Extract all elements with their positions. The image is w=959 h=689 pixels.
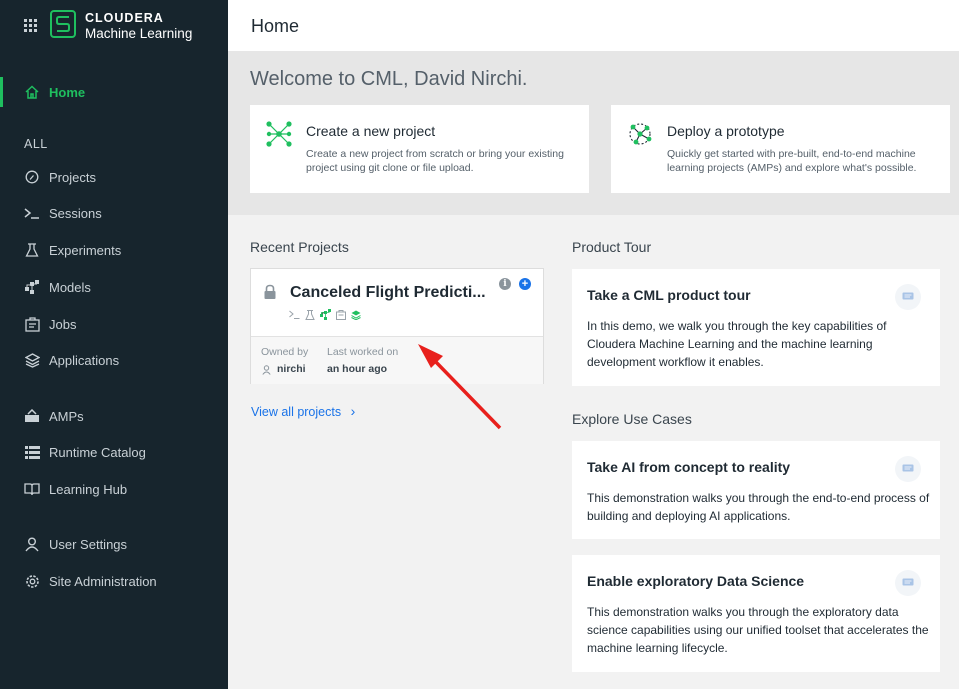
project-card[interactable]: Canceled Flight Predicti... i + Owned by… — [250, 268, 544, 384]
user-icon — [262, 365, 271, 375]
sidebar-item-label: Site Administration — [49, 573, 157, 589]
last-worked-label: Last worked on — [327, 346, 399, 358]
card-description: This demonstration walks you through the… — [587, 605, 929, 655]
view-all-projects-link[interactable]: View all projects › — [251, 403, 355, 419]
sidebar-item-label: Projects — [49, 169, 96, 185]
brand: CLOUDERA Machine Learning — [0, 0, 228, 52]
sidebar-item-models[interactable]: Models — [0, 270, 228, 304]
recent-projects-title: Recent Projects — [250, 239, 349, 255]
user-icon — [24, 536, 40, 552]
owned-by-label: Owned by — [261, 346, 309, 358]
info-icon[interactable]: i — [499, 278, 511, 290]
project-name[interactable]: Canceled Flight Predicti... — [290, 284, 486, 302]
create-project-card[interactable]: Create a new project Create a new projec… — [250, 105, 589, 193]
sidebar-item-label: User Settings — [49, 536, 128, 552]
sidebar-item-applications[interactable]: Applications — [0, 343, 228, 377]
sidebar-item-site-administration[interactable]: Site Administration — [0, 564, 228, 598]
sidebar-section-all: ALL — [24, 137, 48, 151]
use-case-card-data-science[interactable]: Enable exploratory Data Science This dem… — [572, 555, 940, 672]
chevron-right-icon: › — [350, 403, 356, 419]
network-icon — [266, 121, 292, 147]
project-card-footer: Owned by Last worked on nirchi an hour a… — [251, 336, 543, 384]
sidebar-item-label: Models — [49, 279, 91, 295]
welcome-title: Welcome to CML, David Nirchi. — [250, 68, 528, 90]
sidebar-item-runtime-catalog[interactable]: Runtime Catalog — [0, 435, 228, 469]
sidebar-item-label: AMPs — [49, 408, 84, 424]
terminal-icon — [24, 205, 40, 221]
chat-icon[interactable] — [895, 570, 921, 596]
card-title: Enable exploratory Data Science — [587, 573, 805, 589]
use-case-card-ai[interactable]: Take AI from concept to reality This dem… — [572, 441, 940, 539]
chat-icon[interactable] — [895, 456, 921, 482]
project-tools — [289, 309, 361, 320]
amps-icon — [24, 408, 40, 424]
use-cases-title: Explore Use Cases — [572, 411, 692, 427]
last-worked-value: an hour ago — [327, 363, 388, 375]
app-grid-icon[interactable] — [24, 19, 38, 33]
prototype-icon — [629, 123, 652, 145]
sidebar-item-label: Runtime Catalog — [49, 444, 146, 460]
card-description: Create a new project from scratch or bri… — [306, 148, 564, 174]
sidebar-item-jobs[interactable]: Jobs — [0, 307, 228, 341]
flask-icon — [305, 309, 315, 320]
product-tour-card[interactable]: Take a CML product tour In this demo, we… — [572, 269, 940, 386]
gauge-icon — [24, 169, 40, 185]
gear-icon — [24, 573, 40, 589]
sidebar-item-label: Experiments — [49, 242, 122, 258]
add-icon[interactable]: + — [519, 278, 531, 290]
card-title: Take AI from concept to reality — [587, 459, 791, 475]
sidebar-item-sessions[interactable]: Sessions — [0, 196, 228, 230]
sidebar-item-label: Sessions — [49, 205, 102, 221]
flask-icon — [24, 242, 40, 258]
terminal-icon — [289, 310, 300, 319]
lock-icon — [264, 284, 276, 299]
page-title: Home — [251, 16, 300, 36]
view-all-label: View all projects — [251, 405, 342, 419]
sidebar-item-label: Jobs — [49, 316, 77, 332]
sidebar-item-user-settings[interactable]: User Settings — [0, 527, 228, 561]
jobs-icon — [336, 309, 346, 320]
brand-product: Machine Learning — [85, 26, 193, 41]
sidebar-item-experiments[interactable]: Experiments — [0, 233, 228, 267]
product-tour-title: Product Tour — [572, 239, 652, 255]
sidebar-item-label: Applications — [49, 352, 120, 368]
brand-name: CLOUDERA — [85, 11, 164, 25]
card-title: Deploy a prototype — [667, 123, 785, 139]
jobs-icon — [24, 316, 40, 332]
page-header: Home — [228, 0, 959, 51]
sidebar-item-home[interactable]: Home — [0, 75, 228, 109]
model-icon — [320, 309, 331, 320]
cloudera-logo-icon — [50, 10, 76, 38]
card-description: This demonstration walks you through the… — [587, 491, 930, 523]
project-owner: nirchi — [277, 363, 306, 375]
sidebar-item-label: Home — [49, 84, 86, 100]
card-title: Create a new project — [306, 123, 436, 139]
layers-icon — [24, 352, 40, 368]
sidebar: CLOUDERA Machine Learning Home ALL Proje… — [0, 0, 228, 689]
sidebar-item-amps[interactable]: AMPs — [0, 399, 228, 433]
sidebar-item-projects[interactable]: Projects — [0, 160, 228, 194]
list-icon — [24, 444, 40, 460]
welcome-band: Welcome to CML, David Nirchi. Create a n… — [228, 51, 959, 215]
home-icon — [24, 84, 40, 100]
layers-icon — [351, 310, 361, 320]
book-icon — [24, 481, 40, 497]
chat-icon[interactable] — [895, 284, 921, 310]
deploy-prototype-card[interactable]: Deploy a prototype Quickly get started w… — [611, 105, 950, 193]
sidebar-item-label: Learning Hub — [49, 481, 128, 497]
sidebar-item-learning-hub[interactable]: Learning Hub — [0, 472, 228, 506]
card-title: Take a CML product tour — [587, 287, 751, 303]
card-description: Quickly get started with pre-built, end-… — [667, 148, 917, 174]
card-description: In this demo, we walk you through the ke… — [587, 319, 887, 369]
model-icon — [24, 279, 40, 295]
